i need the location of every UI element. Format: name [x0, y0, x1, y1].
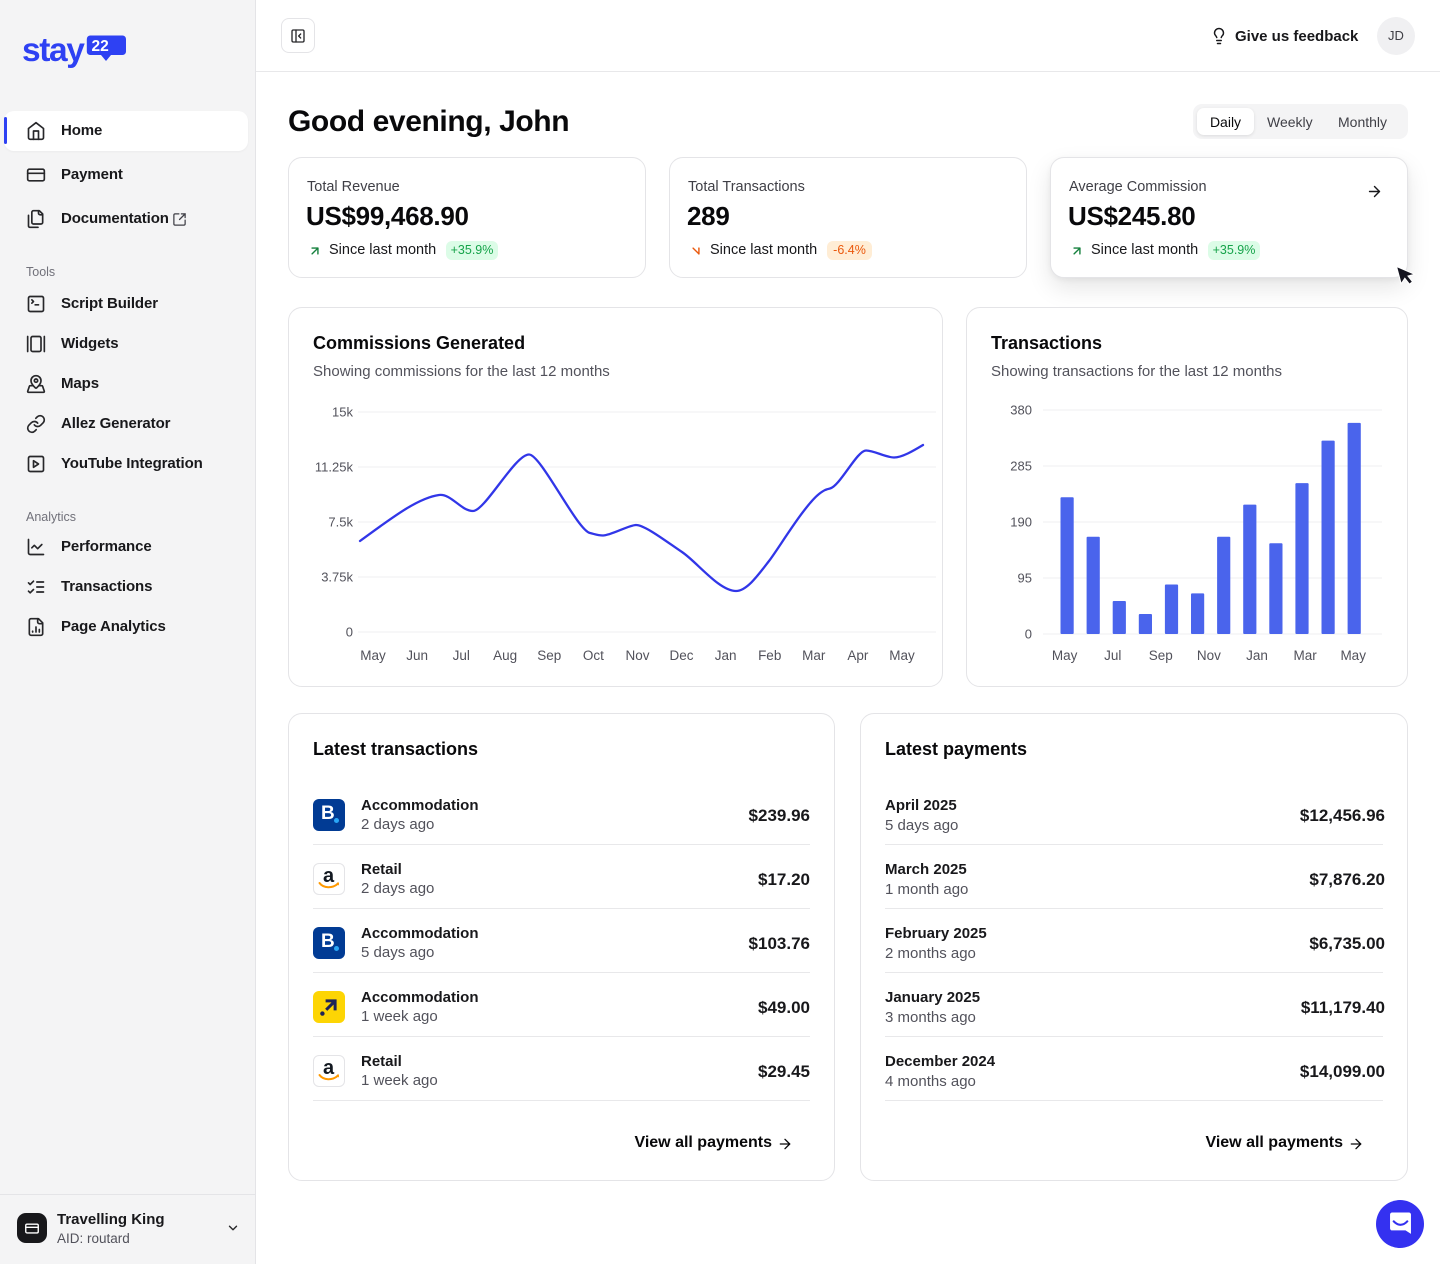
- svg-text:11.25k: 11.25k: [315, 460, 354, 475]
- svg-text:7.5k: 7.5k: [328, 515, 353, 530]
- svg-text:May: May: [889, 648, 915, 663]
- svg-text:May: May: [1052, 648, 1078, 663]
- svg-text:Jun: Jun: [406, 648, 428, 663]
- svg-text:190: 190: [1010, 515, 1032, 530]
- svg-text:stay: stay: [22, 32, 85, 69]
- svg-text:Nov: Nov: [1197, 648, 1221, 663]
- svg-text:Aug: Aug: [493, 648, 517, 663]
- svg-text:0: 0: [346, 625, 353, 640]
- svg-text:Jul: Jul: [453, 648, 470, 663]
- svg-text:Apr: Apr: [847, 648, 869, 663]
- svg-text:Mar: Mar: [1293, 648, 1317, 663]
- svg-text:380: 380: [1010, 403, 1032, 418]
- svg-text:Sep: Sep: [1149, 648, 1173, 663]
- svg-text:May: May: [1340, 648, 1366, 663]
- svg-text:Jul: Jul: [1104, 648, 1121, 663]
- svg-text:Jan: Jan: [1246, 648, 1268, 663]
- svg-text:3.75k: 3.75k: [321, 570, 353, 585]
- svg-text:15k: 15k: [332, 405, 353, 420]
- svg-text:Feb: Feb: [758, 648, 781, 663]
- svg-text:285: 285: [1010, 459, 1032, 474]
- svg-text:0: 0: [1025, 627, 1032, 642]
- svg-text:Dec: Dec: [669, 648, 693, 663]
- svg-text:Mar: Mar: [802, 648, 826, 663]
- svg-text:Jan: Jan: [715, 648, 737, 663]
- svg-text:Sep: Sep: [537, 648, 561, 663]
- svg-text:22: 22: [92, 38, 109, 55]
- svg-text:95: 95: [1018, 571, 1032, 586]
- svg-text:Oct: Oct: [583, 648, 604, 663]
- svg-text:May: May: [360, 648, 386, 663]
- svg-text:Nov: Nov: [625, 648, 649, 663]
